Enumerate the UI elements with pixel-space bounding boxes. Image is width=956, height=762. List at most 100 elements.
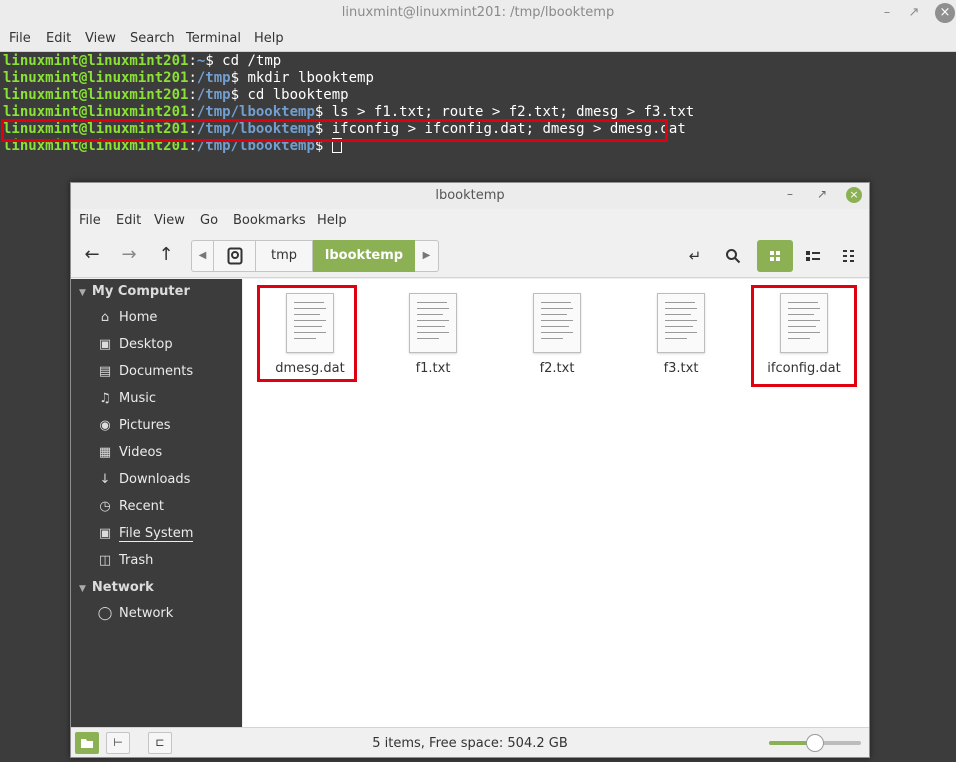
file-name: f2.txt [539,361,575,376]
file-highlight-box [751,285,857,387]
prompt-user: linuxmint@linuxmint201 [3,53,189,69]
file-manager-title: lbooktemp [435,188,505,203]
file-manager-titlebar[interactable]: lbooktemp – ↗ × [71,183,869,209]
menu-edit[interactable]: Edit [46,31,71,46]
sidebar-heading-network[interactable]: ▼ Network [79,580,154,595]
sidebar-item-label: Videos [119,445,163,460]
music-icon: ♫ [99,391,111,406]
sidebar-item-label: Desktop [119,337,173,352]
status-bar: ⊢ ⊏ 5 items, Free space: 504.2 GB [71,727,869,757]
command-text: cd /tmp [222,53,282,69]
file-name: f3.txt [663,361,699,376]
prompt-symbol: $ [205,53,223,69]
menu-file[interactable]: File [9,31,31,46]
forward-arrow-icon[interactable]: → [116,244,142,266]
maximize-icon[interactable]: ↗ [817,187,827,201]
compact-list-icon [843,250,854,262]
breadcrumb-tmp-button[interactable]: tmp [256,240,313,272]
toggle-location-entry-icon[interactable]: ↵ [683,244,707,268]
prompt-path: /tmp [196,87,231,103]
file-item[interactable]: f3.txt [631,293,731,383]
menu-help[interactable]: Help [317,213,347,228]
sidebar-item-label: File System [119,526,194,542]
menu-help[interactable]: Help [254,31,284,46]
file-view[interactable]: dmesg.dat f1.txt f2.txt f3.txt ifconfig.… [243,279,869,727]
network-icon: ◯ [97,606,113,621]
sidebar-item-label: Music [119,391,156,406]
sidebar-item-recent[interactable]: ◷ Recent [97,496,164,518]
sidebar-item-pictures[interactable]: ◉ Pictures [97,415,170,437]
videos-icon: ▦ [98,445,112,460]
zoom-handle[interactable] [806,734,824,752]
menu-view[interactable]: View [85,31,116,46]
sidebar-item-videos[interactable]: ▦ Videos [97,442,162,464]
sidebar-heading-label: Network [91,580,154,595]
search-icon[interactable] [721,244,745,268]
menu-file[interactable]: File [79,213,101,228]
menu-go[interactable]: Go [200,213,218,228]
prompt-symbol: $ [314,104,332,120]
prompt-separator: : [188,70,197,86]
sidebar-heading-label: My Computer [91,284,190,299]
zoom-slider[interactable] [769,734,864,752]
status-text: 5 items, Free space: 504.2 GB [372,736,568,751]
file-highlight-box [257,285,357,382]
menu-search[interactable]: Search [130,31,175,46]
sidebar-item-music[interactable]: ♫ Music [97,388,156,410]
breadcrumb-scroll-left-icon[interactable]: ◀ [191,240,213,272]
sidebar-item-documents[interactable]: ▤ Documents [97,361,193,383]
menu-bookmarks[interactable]: Bookmarks [233,213,306,228]
sidebar-item-label: Trash [119,553,154,568]
file-name: f1.txt [415,361,451,376]
menu-view[interactable]: View [154,213,185,228]
prompt-user: linuxmint@linuxmint201 [3,70,189,86]
file-manager-window: lbooktemp – ↗ × File Edit View Go Bookma… [70,182,870,758]
command-text: mkdir lbooktemp [247,70,374,86]
menu-terminal[interactable]: Terminal [186,31,241,46]
minimize-icon[interactable]: – [878,4,896,22]
up-arrow-icon[interactable]: ↑ [153,244,179,266]
sidebar-item-desktop[interactable]: ▣ Desktop [97,334,173,356]
maximize-icon[interactable]: ↗ [905,4,923,22]
recent-icon: ◷ [99,499,111,514]
sidebar-item-home[interactable]: ⌂ Home [97,307,158,329]
menu-edit[interactable]: Edit [116,213,141,228]
file-item[interactable]: f2.txt [507,293,607,383]
list-view-button[interactable] [797,240,829,272]
sidebar-item-network[interactable]: ◯ Network [97,603,174,625]
command-text: cd lbooktemp [247,87,349,103]
file-manager-menubar: File Edit View Go Bookmarks Help [71,209,869,233]
close-icon[interactable]: × [846,187,862,203]
terminal-titlebar[interactable]: linuxmint@linuxmint201: /tmp/lbooktemp –… [0,0,956,27]
close-icon[interactable]: × [935,3,955,23]
sidebar-item-file-system[interactable]: ▣ File System [97,523,194,545]
sidebar-item-label: Home [119,310,158,325]
back-arrow-icon[interactable]: ← [79,244,105,266]
expander-down-icon[interactable]: ▼ [79,584,86,594]
sidebar-item-label: Documents [119,364,194,379]
downloads-icon: ↓ [99,472,111,487]
minimize-icon[interactable]: – [787,187,793,201]
breadcrumb-scroll-right-icon[interactable]: ▶ [415,240,439,272]
sidebar-heading-my-computer[interactable]: ▼ My Computer [79,284,190,299]
command-text: ls > f1.txt; route > f2.txt; dmesg > f3.… [331,104,695,120]
prompt-user: linuxmint@linuxmint201 [3,87,189,103]
drive-icon: ▣ [98,526,112,541]
file-item[interactable]: f1.txt [383,293,483,383]
breadcrumb-current-button[interactable]: lbooktemp [313,240,415,272]
expander-down-icon[interactable]: ▼ [79,288,86,298]
icon-view-button[interactable] [757,240,793,272]
grid-icon [770,251,780,261]
breadcrumb-filesystem-button[interactable] [213,240,256,272]
sidebar-item-label: Pictures [119,418,171,433]
sidebar-item-label: Downloads [119,472,191,487]
prompt-path: /tmp/lbooktemp [196,104,315,120]
command-highlight-box [1,119,668,142]
prompt-symbol: $ [230,70,248,86]
sidebar-item-trash[interactable]: ◫ Trash [97,550,154,572]
list-icon [806,251,820,261]
compact-view-button[interactable] [833,240,865,272]
prompt-separator: : [188,53,197,69]
sidebar-item-downloads[interactable]: ↓ Downloads [97,469,191,491]
text-document-icon [533,293,581,353]
